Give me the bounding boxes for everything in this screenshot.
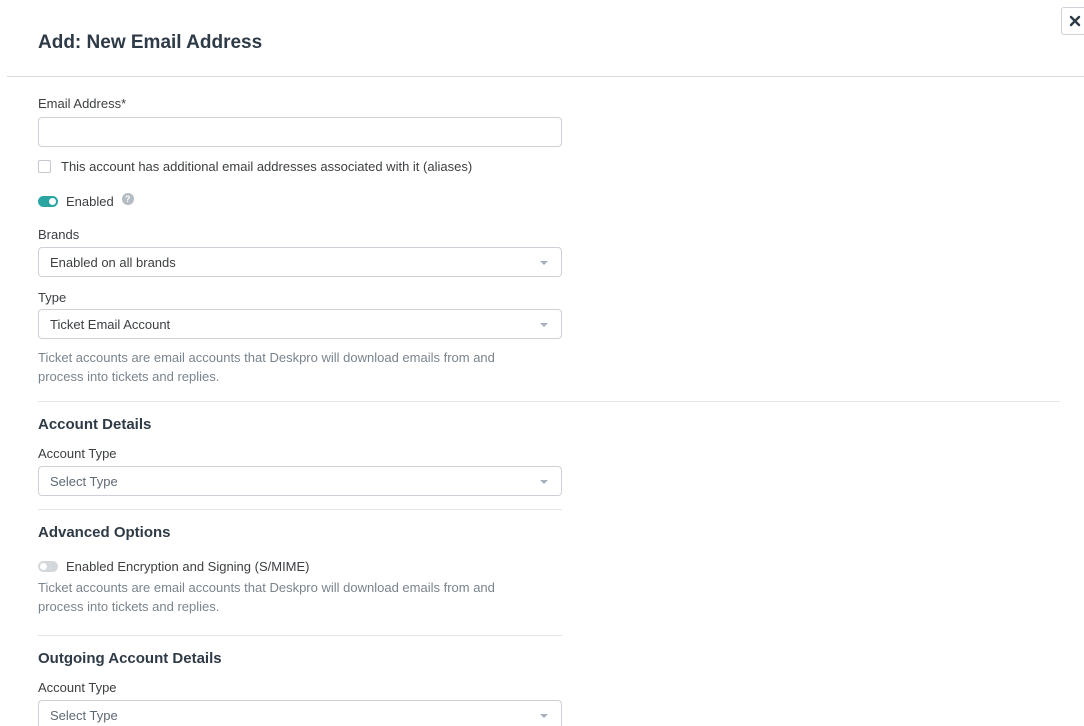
outgoing-account-type-label: Account Type: [38, 680, 117, 695]
account-type-select[interactable]: Select Type: [38, 466, 562, 496]
smime-toggle[interactable]: [38, 561, 58, 572]
chevron-down-icon: [540, 714, 548, 718]
type-help-text: Ticket accounts are email accounts that …: [38, 350, 495, 384]
close-icon: [1069, 15, 1081, 27]
brands-select[interactable]: Enabled on all brands: [38, 247, 562, 277]
aliases-checkbox-row[interactable]: This account has additional email addres…: [38, 159, 472, 174]
section-divider: [38, 401, 1060, 402]
enabled-toggle-row: Enabled ?: [38, 192, 134, 209]
brands-label: Brands: [38, 227, 80, 242]
advanced-options-heading: Advanced Options: [38, 524, 171, 541]
smime-toggle-label: Enabled Encryption and Signing (S/MIME): [66, 559, 310, 574]
account-type-label: Account Type: [38, 446, 117, 461]
aliases-checkbox-label: This account has additional email addres…: [61, 159, 473, 174]
enabled-toggle-label: Enabled: [66, 194, 114, 209]
dialog-title: Add: New Email Address: [38, 32, 263, 53]
chevron-down-icon: [540, 480, 548, 484]
enabled-toggle[interactable]: [38, 196, 58, 207]
account-type-select-value: Select Type: [50, 474, 118, 489]
smime-toggle-row: Enabled Encryption and Signing (S/MIME): [38, 559, 310, 574]
add-email-dialog: Add: New Email Address Email Address* Th…: [0, 0, 1084, 726]
smime-help-text: Ticket accounts are email accounts that …: [38, 580, 495, 614]
outgoing-account-type-select-value: Select Type: [50, 708, 118, 723]
help-icon[interactable]: ?: [121, 192, 134, 205]
type-select-value: Ticket Email Account: [50, 317, 171, 332]
type-select[interactable]: Ticket Email Account: [38, 309, 562, 339]
email-field[interactable]: [39, 118, 561, 146]
section-divider: [38, 509, 562, 510]
outgoing-account-type-select[interactable]: Select Type: [38, 700, 562, 726]
email-label: Email Address*: [38, 96, 127, 111]
header-divider: [7, 76, 1084, 77]
chevron-down-icon: [540, 323, 548, 327]
chevron-down-icon: [540, 261, 548, 265]
account-details-heading: Account Details: [38, 416, 152, 433]
type-label: Type: [38, 290, 67, 305]
close-button[interactable]: [1061, 7, 1084, 35]
section-divider: [38, 635, 562, 636]
outgoing-account-details-heading: Outgoing Account Details: [38, 650, 222, 667]
email-field-wrapper: [38, 117, 562, 147]
brands-select-value: Enabled on all brands: [50, 255, 176, 270]
aliases-checkbox[interactable]: [38, 160, 51, 173]
